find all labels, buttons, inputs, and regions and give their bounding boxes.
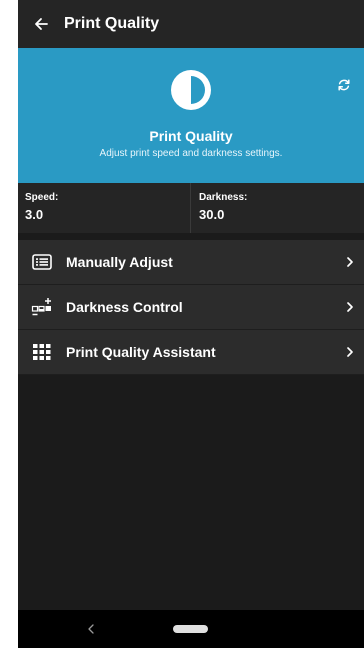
section-gap [18, 233, 364, 240]
chevron-right-icon [347, 347, 353, 357]
app-bar: Print Quality [18, 0, 364, 48]
menu-item-manually-adjust[interactable]: Manually Adjust [18, 240, 364, 285]
menu-item-label: Darkness Control [66, 299, 183, 315]
hero-banner: Print Quality Adjust print speed and dar… [18, 48, 364, 183]
contrast-half-circle-icon [171, 70, 211, 110]
menu-item-label: Manually Adjust [66, 254, 173, 270]
page-title: Print Quality [64, 15, 160, 32]
back-button[interactable] [18, 0, 64, 48]
darkness-adjust-icon [31, 298, 51, 316]
darkness-value: 30.0 [199, 207, 225, 222]
system-nav-bar [18, 610, 364, 648]
darkness-label: Darkness: [199, 192, 248, 203]
menu-item-darkness-control[interactable]: Darkness Control [18, 285, 364, 330]
chevron-right-icon [347, 257, 353, 267]
nav-back-icon [88, 624, 94, 634]
refresh-icon [338, 79, 350, 91]
chevron-right-icon [347, 302, 353, 312]
arrow-left-icon [35, 18, 48, 30]
app-screen: Print Quality Print Quality Adjust print… [18, 0, 364, 648]
menu-list: Manually Adjust Darkness Control Print Q… [18, 240, 364, 375]
nav-back-button[interactable] [84, 621, 98, 637]
menu-item-label: Print Quality Assistant [66, 344, 216, 360]
hero-title: Print Quality [149, 128, 233, 144]
darkness-stat: Darkness: 30.0 [190, 183, 364, 233]
menu-item-print-quality-assistant[interactable]: Print Quality Assistant [18, 330, 364, 375]
speed-stat: Speed: 3.0 [18, 183, 190, 233]
nav-home-pill[interactable] [173, 625, 208, 633]
list-icon [32, 254, 52, 270]
refresh-button[interactable] [332, 73, 356, 97]
stats-bar: Speed: 3.0 Darkness: 30.0 [18, 183, 364, 233]
speed-label: Speed: [25, 192, 59, 203]
hero-subtitle: Adjust print speed and darkness settings… [99, 148, 283, 159]
speed-value: 3.0 [25, 207, 44, 222]
grid-icon [33, 344, 51, 360]
